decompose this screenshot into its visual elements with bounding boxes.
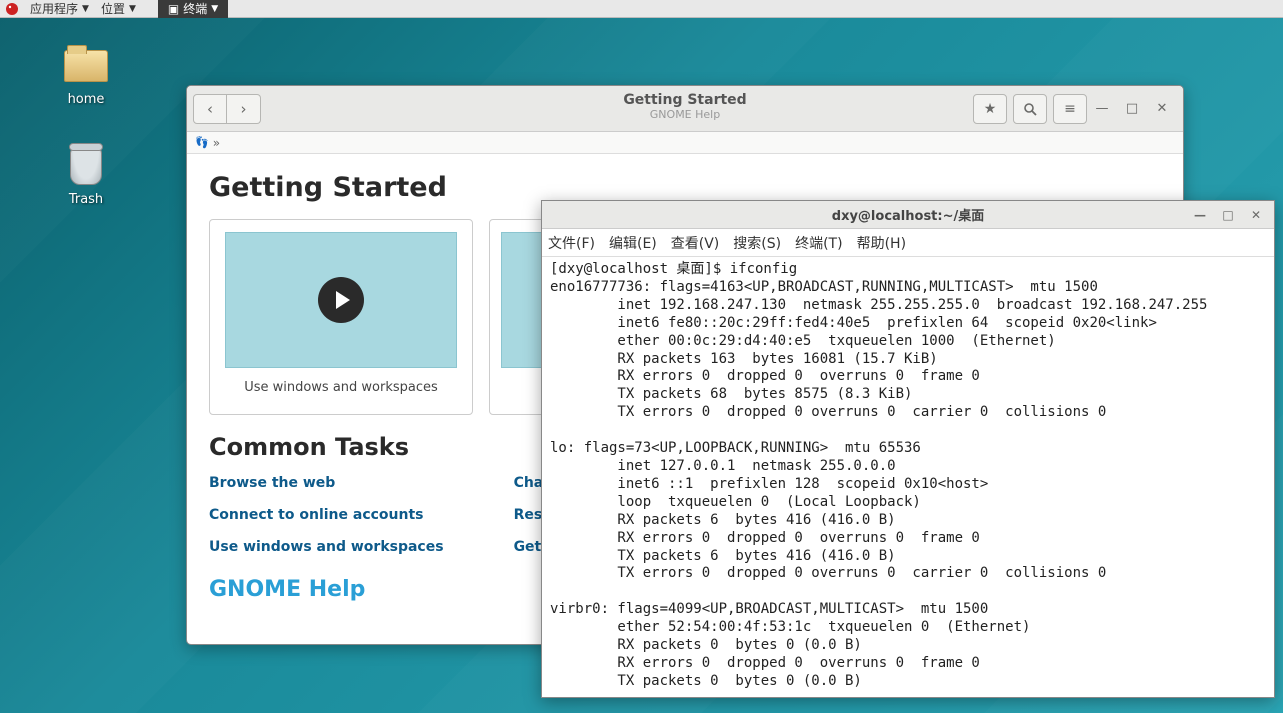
- menu-terminal[interactable]: 终端(T): [795, 233, 842, 253]
- desktop-home[interactable]: home: [46, 46, 126, 107]
- desktop-trash[interactable]: Trash: [46, 146, 126, 207]
- terminal-menubar: 文件(F) 编辑(E) 查看(V) 搜索(S) 终端(T) 帮助(H): [542, 229, 1274, 257]
- taskbar-terminal[interactable]: ▣ 终端 ▼: [158, 0, 228, 18]
- trash-icon: [62, 146, 110, 186]
- minimize-button[interactable]: —: [1087, 94, 1117, 124]
- menu-applications-label: 应用程序: [30, 0, 78, 17]
- terminal-window: dxy@localhost:~/桌面 — □ ✕ 文件(F) 编辑(E) 查看(…: [541, 200, 1275, 698]
- tutorial-thumb: [225, 232, 457, 368]
- terminal-output[interactable]: [dxy@localhost 桌面]$ ifconfig eno16777736…: [542, 257, 1274, 697]
- task-link[interactable]: Use windows and workspaces: [209, 539, 444, 555]
- menu-view[interactable]: 查看(V): [671, 233, 720, 253]
- chevron-down-icon: ▼: [82, 4, 89, 14]
- terminal-icon: ▣: [168, 0, 179, 18]
- terminal-titlebar[interactable]: dxy@localhost:~/桌面 — □ ✕: [542, 201, 1274, 229]
- bookmark-button[interactable]: ★: [973, 94, 1007, 124]
- play-icon: [318, 277, 364, 323]
- task-link[interactable]: Connect to online accounts: [209, 507, 444, 523]
- task-link[interactable]: Browse the web: [209, 475, 444, 491]
- page-heading: Getting Started: [209, 172, 1161, 203]
- chevron-down-icon: ▼: [211, 0, 218, 18]
- tutorial-card-windows[interactable]: Use windows and workspaces: [209, 219, 473, 415]
- search-icon: [1023, 102, 1037, 116]
- search-button[interactable]: [1013, 94, 1047, 124]
- taskbar-terminal-label: 终端: [183, 0, 207, 18]
- menu-applications[interactable]: 应用程序 ▼: [24, 0, 95, 17]
- maximize-button[interactable]: □: [1117, 94, 1147, 124]
- breadcrumb-sep: »: [213, 136, 220, 150]
- menu-search[interactable]: 搜索(S): [733, 233, 781, 253]
- help-titlebar[interactable]: ‹ › Getting Started GNOME Help ★ ≡ — □ ✕: [187, 86, 1183, 132]
- distro-logo-icon: [4, 1, 20, 17]
- breadcrumb[interactable]: 👣 »: [187, 132, 1183, 154]
- menu-places-label: 位置: [101, 0, 125, 17]
- menu-button[interactable]: ≡: [1053, 94, 1087, 124]
- close-button[interactable]: ✕: [1242, 201, 1270, 229]
- tutorial-caption: Use windows and workspaces: [244, 380, 438, 395]
- desktop-home-label: home: [46, 92, 126, 107]
- close-button[interactable]: ✕: [1147, 94, 1177, 124]
- menu-places[interactable]: 位置 ▼: [95, 0, 142, 17]
- folder-icon: [62, 46, 110, 86]
- top-panel: 应用程序 ▼ 位置 ▼ ▣ 终端 ▼: [0, 0, 1283, 18]
- desktop-trash-label: Trash: [46, 192, 126, 207]
- maximize-button[interactable]: □: [1214, 201, 1242, 229]
- minimize-button[interactable]: —: [1186, 201, 1214, 229]
- back-button[interactable]: ‹: [193, 94, 227, 124]
- chevron-down-icon: ▼: [129, 4, 136, 14]
- menu-edit[interactable]: 编辑(E): [609, 233, 657, 253]
- menu-help[interactable]: 帮助(H): [857, 233, 906, 253]
- forward-button[interactable]: ›: [227, 94, 261, 124]
- footprint-icon: 👣: [195, 136, 209, 149]
- terminal-title: dxy@localhost:~/桌面: [832, 205, 984, 224]
- menu-file[interactable]: 文件(F): [548, 233, 595, 253]
